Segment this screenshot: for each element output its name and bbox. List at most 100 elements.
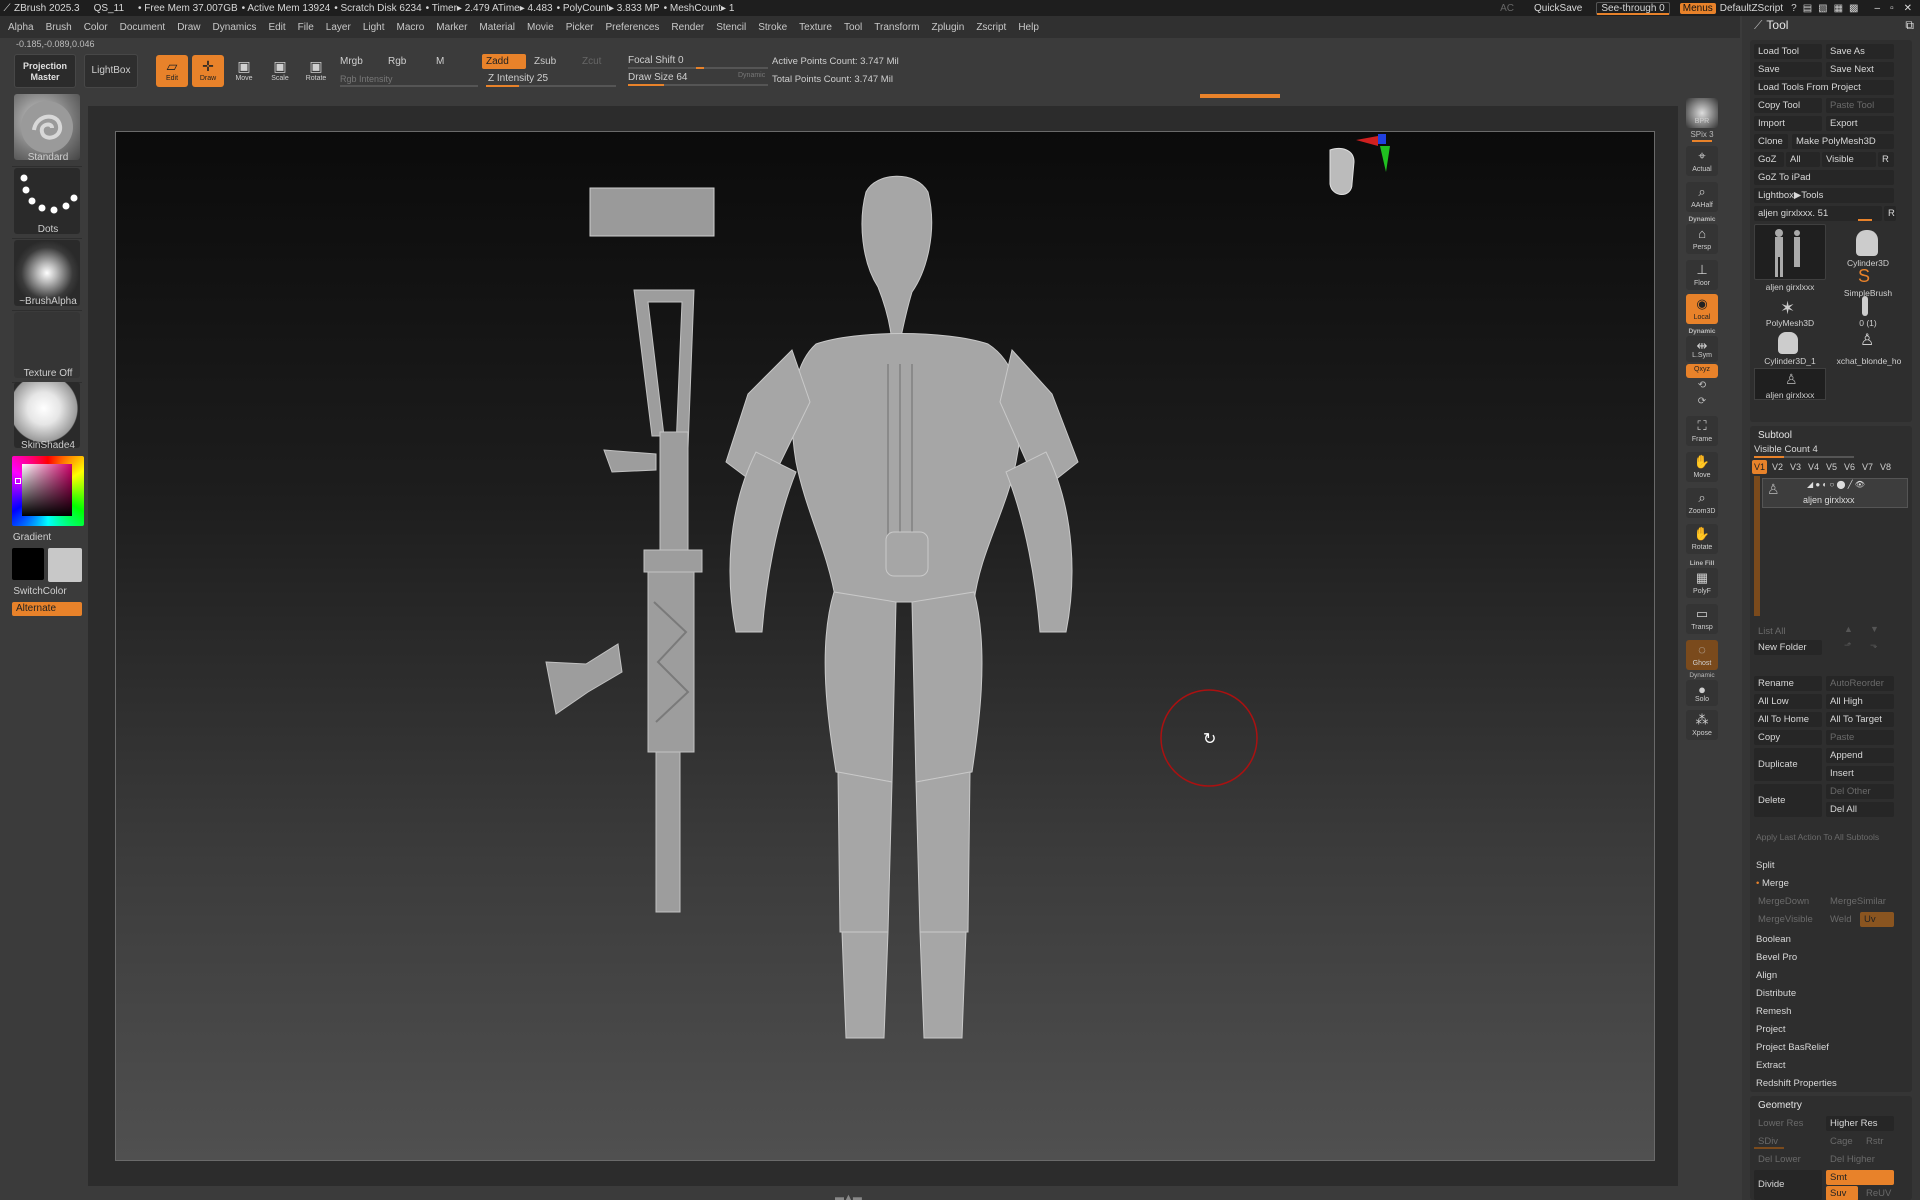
- suv-button[interactable]: Suv: [1826, 1186, 1858, 1200]
- draw-size-slider[interactable]: Draw Size 64: [628, 72, 687, 83]
- menu-file[interactable]: File: [298, 22, 314, 33]
- viewport[interactable]: ↻: [115, 131, 1655, 1161]
- menu-alpha[interactable]: Alpha: [8, 22, 34, 33]
- titlebar-icons[interactable]: ?▤▧▦▩: [1791, 3, 1864, 14]
- ui-icon[interactable]: ▧: [1818, 3, 1833, 14]
- zoom3d-button[interactable]: ⌕ Zoom3D: [1686, 488, 1718, 518]
- menu-document[interactable]: Document: [120, 22, 166, 33]
- del-other-button[interactable]: Del Other: [1826, 784, 1894, 799]
- menu-preferences[interactable]: Preferences: [605, 22, 659, 33]
- extract-section[interactable]: Extract: [1756, 1060, 1786, 1071]
- viewport-scene[interactable]: ↻: [116, 132, 1656, 1162]
- menu-tool[interactable]: Tool: [844, 22, 862, 33]
- rename-button[interactable]: Rename: [1754, 676, 1822, 691]
- polyf-button[interactable]: ▦ PolyF: [1686, 568, 1718, 598]
- spix-slider[interactable]: SPix 3: [1684, 130, 1720, 139]
- make-polymesh3d-button[interactable]: Make PolyMesh3D: [1792, 134, 1894, 149]
- redshift-properties-section[interactable]: Redshift Properties: [1756, 1078, 1837, 1089]
- save-as-button[interactable]: Save As: [1826, 44, 1894, 59]
- help-icon[interactable]: ?: [1791, 3, 1803, 14]
- load-tool-button[interactable]: Load Tool: [1754, 44, 1822, 59]
- menu-light[interactable]: Light: [363, 22, 385, 33]
- move-up-icon[interactable]: ▲: [1844, 624, 1853, 634]
- xyz-button[interactable]: Qxyz: [1686, 364, 1718, 378]
- menu-stroke[interactable]: Stroke: [758, 22, 787, 33]
- menu-picker[interactable]: Picker: [566, 22, 594, 33]
- goz-to-ipad-button[interactable]: GoZ To iPad: [1754, 170, 1894, 185]
- align-section[interactable]: Align: [1756, 970, 1777, 981]
- menu-edit[interactable]: Edit: [268, 22, 285, 33]
- menu-material[interactable]: Material: [479, 22, 515, 33]
- move-button[interactable]: ▣ Move: [228, 55, 260, 87]
- brush-thumbnail[interactable]: [14, 94, 80, 160]
- lsym-button[interactable]: ⇹ L.Sym: [1686, 336, 1718, 362]
- main-color-swatch[interactable]: [12, 548, 44, 580]
- dock-icon[interactable]: ⧉: [1905, 18, 1914, 33]
- lightbox-tools-button[interactable]: Lightbox▶Tools: [1754, 188, 1894, 203]
- version-v7[interactable]: V7: [1860, 460, 1875, 474]
- rectangle-prop[interactable]: [589, 187, 715, 237]
- lightbox-button[interactable]: LightBox: [84, 54, 138, 88]
- projection-master-button[interactable]: Projection Master: [14, 54, 76, 88]
- visible-count-slider[interactable]: Visible Count 4: [1754, 444, 1818, 455]
- rotate-button[interactable]: ▣ Rotate: [300, 55, 332, 87]
- goz-button[interactable]: GoZ: [1754, 152, 1784, 167]
- all-high-button[interactable]: All High: [1826, 694, 1894, 709]
- actual-button[interactable]: ⌖ Actual: [1686, 146, 1718, 176]
- mrgb-button[interactable]: Mrgb: [340, 56, 363, 67]
- color-picker-cursor[interactable]: [15, 478, 21, 484]
- frame-button[interactable]: ⛶ Frame: [1686, 416, 1718, 446]
- paste-subtool-button[interactable]: Paste: [1826, 730, 1894, 745]
- ghost-button[interactable]: ◌ Ghost: [1686, 640, 1718, 670]
- minimize-icon[interactable]: –: [1875, 3, 1881, 14]
- close-icon[interactable]: ✕: [1904, 3, 1912, 14]
- cylinder3d-icon[interactable]: [1856, 230, 1878, 256]
- folder-down-icon[interactable]: ⬎: [1870, 640, 1878, 651]
- orientation-gizmo[interactable]: [1329, 134, 1390, 195]
- version-v8[interactable]: V8: [1878, 460, 1893, 474]
- menu-layer[interactable]: Layer: [326, 22, 351, 33]
- boolean-section[interactable]: Boolean: [1756, 934, 1791, 945]
- duplicate-button[interactable]: Duplicate: [1754, 748, 1822, 781]
- solo-button[interactable]: ● Solo: [1686, 680, 1718, 706]
- menu-zscript[interactable]: Zscript: [976, 22, 1006, 33]
- gradient-label[interactable]: Gradient: [0, 532, 64, 543]
- focal-shift-track[interactable]: [628, 67, 768, 69]
- persp-button[interactable]: ⌂ Persp: [1686, 224, 1718, 254]
- new-folder-button[interactable]: New Folder: [1754, 640, 1822, 655]
- subtool-item[interactable]: ♙ ◢ ● ◐ ○ ⬤ ╱ 👁 aljen girxlxxx: [1762, 478, 1908, 508]
- menu-zplugin[interactable]: Zplugin: [932, 22, 965, 33]
- material-thumbnail[interactable]: [14, 382, 80, 448]
- zcut-button[interactable]: Zcut: [578, 54, 622, 69]
- save-button[interactable]: Save: [1754, 62, 1822, 77]
- menu-marker[interactable]: Marker: [436, 22, 467, 33]
- tool-thumb-aljen[interactable]: [1754, 224, 1826, 280]
- zsub-button[interactable]: Zsub: [530, 54, 574, 69]
- save-next-button[interactable]: Save Next: [1826, 62, 1894, 77]
- polymesh3d-icon[interactable]: ✶: [1780, 298, 1795, 319]
- reuv-button[interactable]: ReUV: [1862, 1186, 1894, 1200]
- project-basrelief-section[interactable]: Project BasRelief: [1756, 1042, 1829, 1053]
- rgb-button[interactable]: Rgb: [388, 56, 406, 67]
- alternate-button[interactable]: Alternate: [12, 602, 82, 616]
- goz-visible-button[interactable]: Visible: [1822, 152, 1876, 167]
- see-through-slider[interactable]: See-through 0: [1596, 1, 1670, 15]
- menu-stencil[interactable]: Stencil: [716, 22, 746, 33]
- append-button[interactable]: Append: [1826, 748, 1894, 763]
- all-to-home-button[interactable]: All To Home: [1754, 712, 1822, 727]
- split-section[interactable]: Split: [1756, 860, 1774, 871]
- del-all-button[interactable]: Del All: [1826, 802, 1894, 817]
- menu-draw[interactable]: Draw: [177, 22, 200, 33]
- version-v1[interactable]: V1: [1752, 460, 1767, 474]
- interface-icon[interactable]: ▦: [1834, 3, 1849, 14]
- goz-r-button[interactable]: R: [1878, 152, 1894, 167]
- version-v3[interactable]: V3: [1788, 460, 1803, 474]
- menus-button[interactable]: Menus: [1679, 2, 1716, 14]
- version-v2[interactable]: V2: [1770, 460, 1785, 474]
- secondary-color-swatch[interactable]: [48, 548, 82, 582]
- geometry-title[interactable]: Geometry: [1758, 1100, 1802, 1111]
- version-v5[interactable]: V5: [1824, 460, 1839, 474]
- current-tool-r-button[interactable]: R: [1884, 206, 1896, 221]
- auto-reorder-button[interactable]: AutoReorder: [1826, 676, 1894, 691]
- uv-button[interactable]: Uv: [1860, 912, 1894, 927]
